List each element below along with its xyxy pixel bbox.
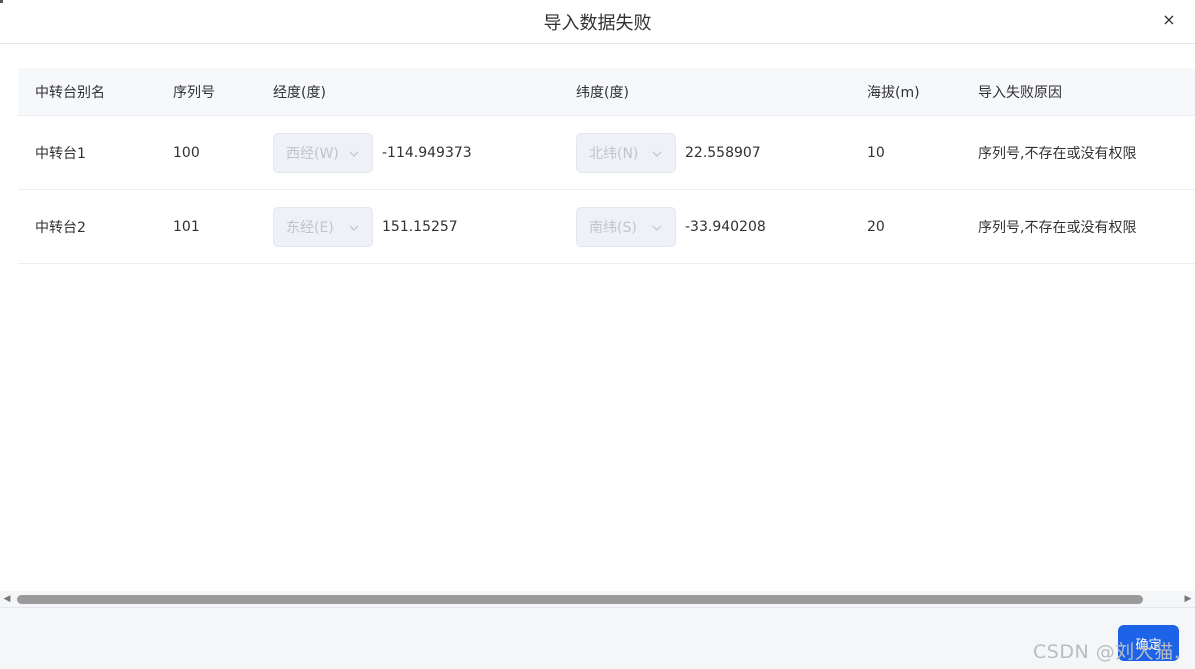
horizontal-scrollbar[interactable]: ◀ ▶: [0, 591, 1195, 607]
header-latitude: 纬度(度): [576, 84, 629, 101]
watermark: CSDN @刘大猫.: [1033, 641, 1181, 663]
serial-cell: 101: [173, 218, 200, 235]
reason-cell: 序列号,不存在或没有权限: [978, 145, 1137, 162]
altitude-cell: 10: [867, 144, 885, 161]
scroll-left-arrow-icon[interactable]: ◀: [2, 594, 12, 604]
latitude-cell: 南纬(S) -33.940208: [576, 190, 766, 263]
failed-data-table: 中转台别名 序列号 经度(度) 纬度(度) 海拔(m) 导入失败原因 中转台1 …: [18, 68, 1195, 264]
serial-cell: 100: [173, 144, 200, 161]
dialog-footer: 确定 CSDN @刘大猫.: [0, 607, 1195, 669]
header-alias: 中转台别名: [35, 84, 105, 101]
longitude-cell: 东经(E) 151.15257: [273, 190, 458, 263]
select-value: 南纬(S): [589, 219, 637, 236]
latitude-value: -33.940208: [685, 218, 766, 235]
alias-cell: 中转台1: [35, 145, 86, 162]
longitude-value: 151.15257: [382, 218, 458, 235]
alias-cell: 中转台2: [35, 219, 86, 236]
table-row: 中转台1 100 西经(W) -114.949373 北纬(N) 22.5589…: [18, 116, 1195, 190]
longitude-value: -114.949373: [382, 144, 472, 161]
select-value: 北纬(N): [589, 145, 639, 162]
scrollbar-thumb[interactable]: [17, 595, 1143, 604]
dialog-title: 导入数据失败: [543, 13, 652, 34]
table-row: 中转台2 101 东经(E) 151.15257 南纬(S) -33.94020…: [18, 190, 1195, 264]
header-serial: 序列号: [173, 84, 215, 101]
latitude-direction-select[interactable]: 南纬(S): [576, 206, 676, 247]
close-icon[interactable]: ×: [1159, 10, 1179, 30]
header-longitude: 经度(度): [273, 84, 326, 101]
select-value: 西经(W): [286, 145, 339, 162]
chevron-down-icon: [349, 225, 359, 231]
select-value: 东经(E): [286, 219, 334, 236]
latitude-cell: 北纬(N) 22.558907: [576, 116, 761, 189]
header-altitude: 海拔(m): [867, 84, 920, 101]
longitude-cell: 西经(W) -114.949373: [273, 116, 472, 189]
longitude-direction-select[interactable]: 西经(W): [273, 132, 373, 173]
latitude-value: 22.558907: [685, 144, 761, 161]
latitude-direction-select[interactable]: 北纬(N): [576, 132, 676, 173]
header-reason: 导入失败原因: [978, 84, 1062, 101]
chevron-down-icon: [349, 151, 359, 157]
longitude-direction-select[interactable]: 东经(E): [273, 206, 373, 247]
scroll-right-arrow-icon[interactable]: ▶: [1183, 594, 1193, 604]
chevron-down-icon: [652, 151, 662, 157]
dialog-header: 导入数据失败 ×: [0, 0, 1195, 44]
reason-cell: 序列号,不存在或没有权限: [978, 219, 1137, 236]
chevron-down-icon: [652, 225, 662, 231]
import-failed-dialog: 导入数据失败 × 中转台别名 序列号 经度(度) 纬度(度) 海拔(m) 导入失…: [0, 0, 1195, 669]
table-header: 中转台别名 序列号 经度(度) 纬度(度) 海拔(m) 导入失败原因: [18, 68, 1195, 116]
altitude-cell: 20: [867, 218, 885, 235]
